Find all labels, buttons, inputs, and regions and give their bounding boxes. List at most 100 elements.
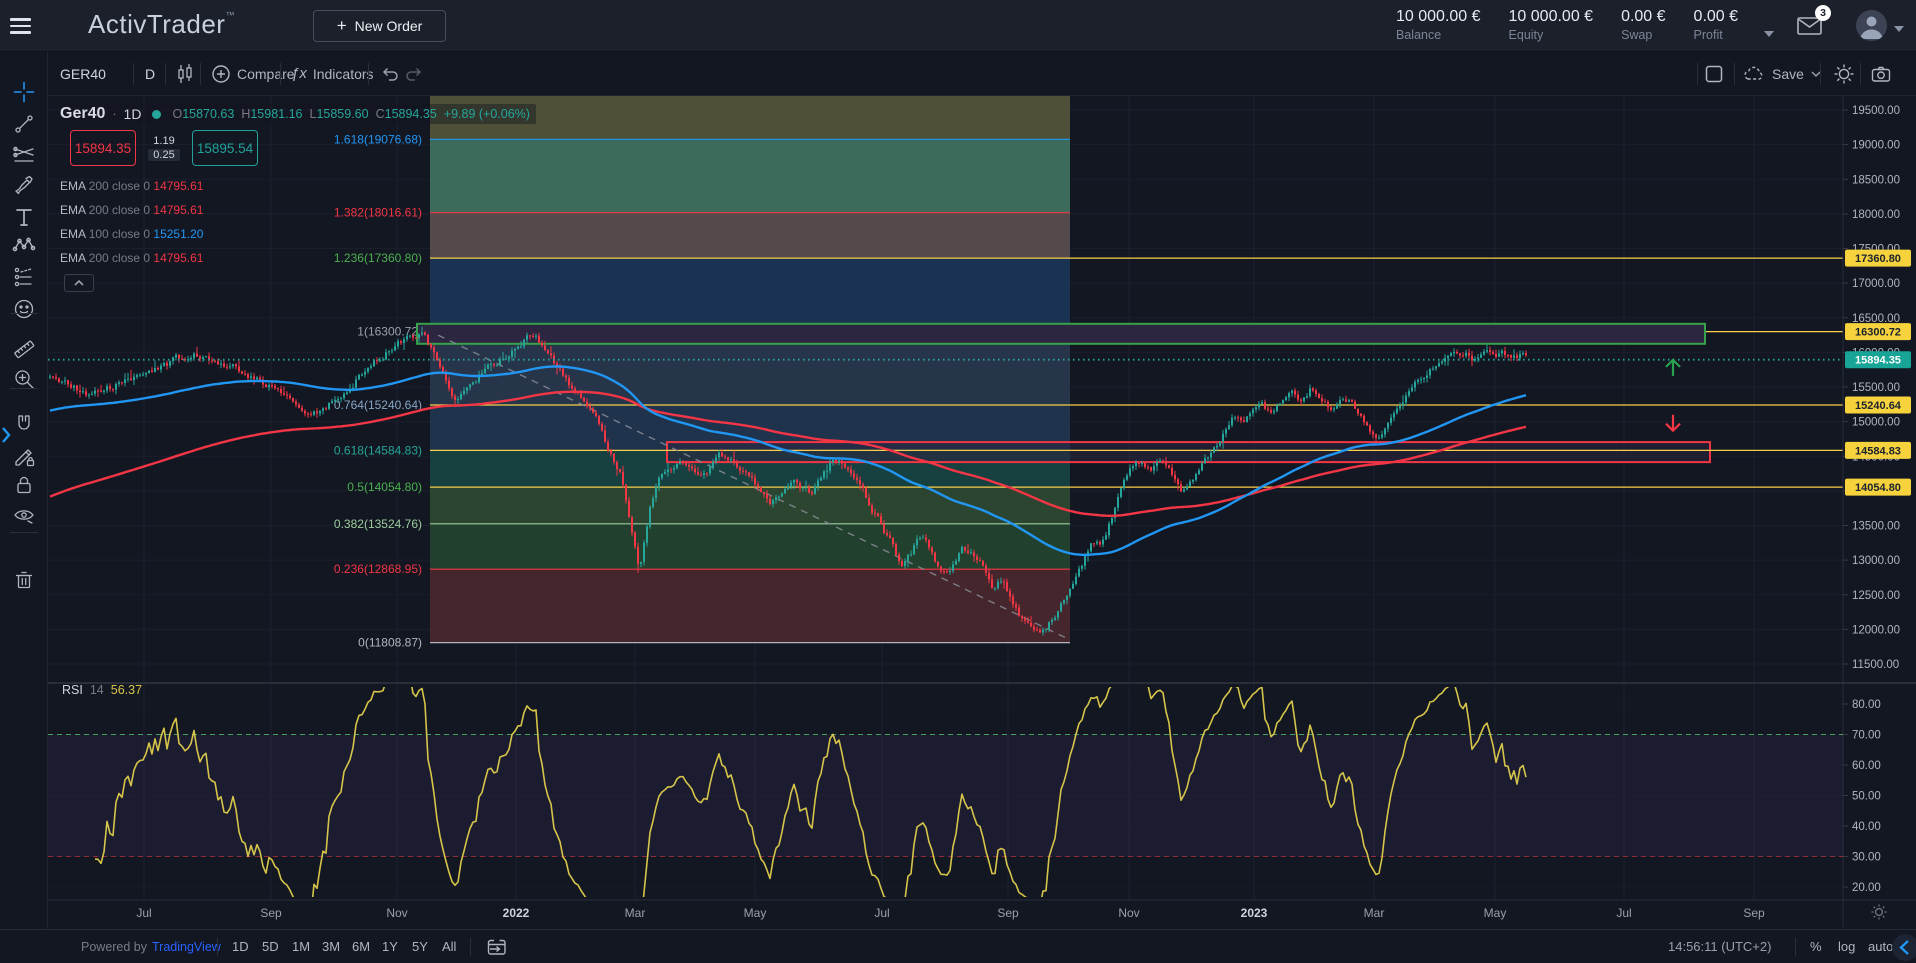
emoji-tool[interactable] bbox=[12, 297, 36, 321]
time-axis[interactable]: JulSepNov2022MarMayJulSepNov2023MarMayJu… bbox=[48, 900, 1916, 920]
redo-button[interactable] bbox=[404, 52, 424, 95]
indicator-row[interactable]: EMA 100 close 0 15251.20 bbox=[60, 222, 203, 246]
activtrader-window: { "topbar": { "logo": "ActivTrader", "lo… bbox=[0, 0, 1916, 963]
low-value: 15859.60 bbox=[316, 107, 368, 121]
brush-tool[interactable] bbox=[12, 173, 36, 197]
hide-drawings-tool[interactable] bbox=[12, 503, 36, 527]
indicator-legend: EMA 200 close 0 14795.61EMA 200 close 0 … bbox=[60, 174, 203, 270]
arrow-down-marker[interactable] bbox=[1666, 415, 1680, 431]
time-tick: Jul bbox=[136, 906, 151, 920]
screenshot-button[interactable] bbox=[1870, 52, 1892, 95]
buy-price-button[interactable]: 15895.54 bbox=[192, 130, 258, 166]
indicator-row[interactable]: EMA 200 close 0 14795.61 bbox=[60, 174, 203, 198]
price-tick: 18000.00 bbox=[1852, 209, 1900, 221]
rectangle-drawing[interactable] bbox=[667, 442, 1710, 462]
indicator-row[interactable]: EMA 200 close 0 14795.61 bbox=[60, 198, 203, 222]
candles-icon bbox=[174, 63, 196, 85]
forecast-tool[interactable] bbox=[12, 265, 36, 289]
legend-collapse-button[interactable] bbox=[64, 274, 94, 292]
range-5d[interactable]: 5D bbox=[262, 930, 279, 963]
fib-label: 0.618(14584.83) bbox=[334, 443, 422, 457]
pattern-tool[interactable] bbox=[12, 233, 36, 257]
lock-drawings-tool[interactable] bbox=[12, 473, 36, 497]
avatar[interactable] bbox=[1856, 10, 1887, 41]
time-tick: 2023 bbox=[1241, 906, 1268, 920]
panel-collapse-button[interactable] bbox=[1892, 934, 1916, 961]
delete-drawings-tool[interactable] bbox=[12, 568, 36, 592]
calendar-arrow-icon bbox=[486, 937, 508, 957]
bottom-bar: Powered by TradingView 14:56:11 (UTC+2) … bbox=[0, 929, 1916, 963]
stat-value: 10 000.00 € bbox=[1396, 8, 1481, 26]
fib-label: 0.5(14054.80) bbox=[347, 480, 422, 494]
close-value: 15894.35 bbox=[385, 107, 437, 121]
candle-style-button[interactable] bbox=[174, 52, 196, 95]
price-tick: 13000.00 bbox=[1852, 555, 1900, 567]
arrow-up-marker[interactable] bbox=[1666, 360, 1680, 376]
fib-label: 1.618(19076.68) bbox=[334, 132, 422, 146]
range-1d[interactable]: 1D bbox=[232, 930, 249, 963]
text-tool[interactable] bbox=[12, 205, 36, 229]
top-bar: ActivTrader™ + New Order 10 000.00 €Bala… bbox=[0, 0, 1916, 52]
range-all[interactable]: All bbox=[442, 930, 456, 963]
tools-divider bbox=[10, 532, 38, 533]
price-tick: 12000.00 bbox=[1852, 624, 1900, 636]
layout-button[interactable] bbox=[1704, 52, 1724, 95]
price-tick: 12500.00 bbox=[1852, 590, 1900, 602]
camera-icon bbox=[1870, 64, 1892, 84]
range-1m[interactable]: 1M bbox=[292, 930, 310, 963]
fib-tool[interactable] bbox=[12, 143, 36, 167]
fib-label: 0.382(13524.76) bbox=[334, 517, 422, 531]
indicators-button[interactable]: ƒx Indicators bbox=[291, 52, 374, 95]
legend-interval: 1D bbox=[124, 106, 142, 122]
crosshair-tool[interactable] bbox=[12, 80, 36, 104]
rsi-pane[interactable] bbox=[48, 667, 1916, 923]
range-3m[interactable]: 3M bbox=[322, 930, 340, 963]
rectangle-drawing[interactable] bbox=[417, 324, 1705, 344]
symbol-button[interactable]: GER40 bbox=[60, 52, 106, 95]
tradingview-link[interactable]: TradingView bbox=[152, 940, 221, 954]
trademark: ™ bbox=[225, 10, 235, 20]
indicator-value: 14795.61 bbox=[153, 251, 203, 265]
spread-pill: 0.25 bbox=[148, 149, 179, 161]
tools-divider bbox=[10, 388, 38, 389]
menu-icon[interactable] bbox=[10, 14, 34, 38]
undo-button[interactable] bbox=[380, 52, 400, 95]
rsi-tick: 80.00 bbox=[1852, 699, 1881, 711]
price-axis[interactable]: 19500.0019000.0018500.0018000.0017500.00… bbox=[1843, 96, 1911, 927]
chart-canvas[interactable]: 1.618(19076.68)1.382(18016.61)1.236(1736… bbox=[48, 96, 1916, 929]
trend-line-tool[interactable] bbox=[12, 112, 36, 136]
save-button[interactable]: Save bbox=[1742, 52, 1822, 95]
percent-scale-button[interactable]: % bbox=[1810, 930, 1822, 963]
drawing-tools-sidebar bbox=[0, 52, 48, 929]
rsi-value: 56.37 bbox=[111, 683, 142, 697]
price-badge: 15240.64 bbox=[1855, 400, 1902, 412]
rsi-tick: 30.00 bbox=[1852, 852, 1881, 864]
time-tick: Mar bbox=[625, 906, 646, 920]
sell-price-button[interactable]: 15894.35 bbox=[70, 130, 136, 166]
interval-button[interactable]: D bbox=[145, 52, 155, 95]
legend-symbol: Ger40 bbox=[60, 105, 105, 123]
rsi-tick: 50.00 bbox=[1852, 791, 1881, 803]
magnet-tool[interactable] bbox=[12, 413, 36, 437]
range-1y[interactable]: 1Y bbox=[382, 930, 398, 963]
ruler-tool[interactable] bbox=[12, 337, 36, 361]
open-value: 15870.63 bbox=[182, 107, 234, 121]
profit-dropdown-icon[interactable] bbox=[1764, 31, 1774, 37]
rsi-legend[interactable]: RSI 14 56.37 bbox=[62, 683, 142, 697]
time-tick: Sep bbox=[997, 906, 1019, 920]
left-panel-expand-icon[interactable] bbox=[0, 424, 12, 446]
fx-icon: ƒx bbox=[291, 65, 307, 82]
go-to-date-button[interactable] bbox=[486, 930, 508, 963]
compare-button[interactable]: Compare bbox=[211, 52, 295, 95]
range-6m[interactable]: 6M bbox=[352, 930, 370, 963]
rsi-tick: 60.00 bbox=[1852, 760, 1881, 772]
log-scale-button[interactable]: log bbox=[1838, 930, 1855, 963]
account-dropdown-icon[interactable] bbox=[1894, 26, 1904, 32]
price-badge: 16300.72 bbox=[1855, 327, 1901, 339]
theme-icon[interactable] bbox=[1872, 905, 1887, 920]
settings-button[interactable] bbox=[1833, 52, 1855, 95]
draw-mode-tool[interactable] bbox=[12, 445, 36, 469]
range-5y[interactable]: 5Y bbox=[412, 930, 428, 963]
new-order-button[interactable]: + New Order bbox=[313, 10, 446, 42]
indicator-row[interactable]: EMA 200 close 0 14795.61 bbox=[60, 246, 203, 270]
